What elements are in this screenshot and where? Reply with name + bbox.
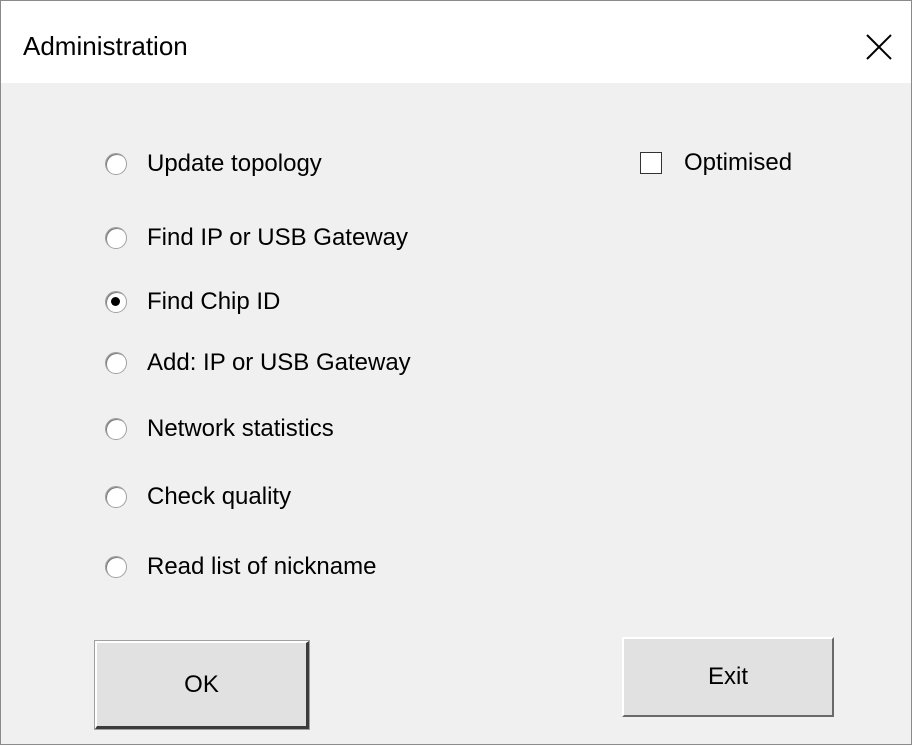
optimised-checkbox[interactable] (640, 152, 662, 174)
option-label: Network statistics (147, 415, 334, 442)
option-network-statistics[interactable]: Network statistics (105, 412, 334, 446)
optimised-option[interactable]: Optimised (640, 146, 792, 180)
option-label: Check quality (147, 483, 292, 510)
option-label: Update topology (147, 150, 322, 177)
radio-find-chip-id[interactable] (105, 291, 127, 313)
radio-find-ip-usb-gateway[interactable] (105, 227, 127, 249)
radio-update-topology[interactable] (105, 153, 127, 175)
administration-dialog: Administration Update topology Find IP o… (0, 0, 912, 745)
option-add-ip-usb-gateway[interactable]: Add: IP or USB Gateway (105, 346, 411, 380)
title-bar: Administration (1, 1, 911, 83)
ok-button[interactable]: OK (94, 640, 310, 730)
option-label: Read list of nickname (147, 553, 377, 580)
radio-check-quality[interactable] (105, 486, 127, 508)
radio-network-statistics[interactable] (105, 418, 127, 440)
option-label: Find IP or USB Gateway (147, 224, 408, 251)
option-check-quality[interactable]: Check quality (105, 480, 291, 514)
option-read-list-of-nickname[interactable]: Read list of nickname (105, 550, 376, 584)
option-update-topology[interactable]: Update topology (105, 147, 322, 181)
exit-button[interactable]: Exit (622, 637, 834, 717)
radio-add-ip-usb-gateway[interactable] (105, 352, 127, 374)
radio-read-list-of-nickname[interactable] (105, 556, 127, 578)
optimised-label: Optimised (684, 149, 793, 176)
option-label: Add: IP or USB Gateway (147, 349, 411, 376)
option-find-ip-usb-gateway[interactable]: Find IP or USB Gateway (105, 221, 408, 255)
window-title: Administration (23, 31, 188, 61)
close-button[interactable] (851, 15, 911, 75)
option-find-chip-id[interactable]: Find Chip ID (105, 285, 280, 319)
option-label: Find Chip ID (147, 288, 281, 315)
close-icon (866, 34, 892, 60)
